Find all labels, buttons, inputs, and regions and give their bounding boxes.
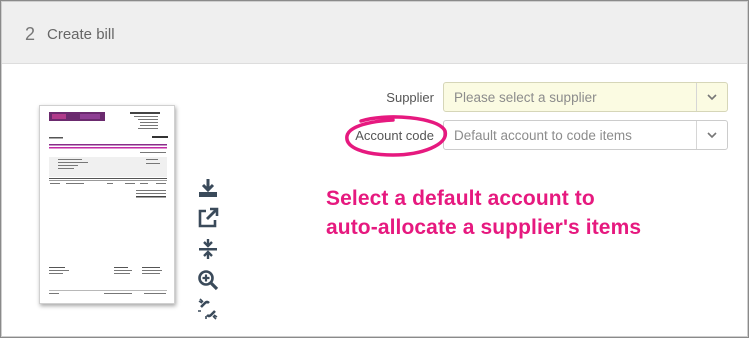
open-external-icon[interactable] [197, 207, 219, 229]
step-header: 2 Create bill [2, 2, 747, 64]
invoice-document-image [49, 112, 168, 294]
annotation-callout: Select a default account to auto-allocat… [326, 184, 641, 242]
supplier-select[interactable]: Please select a supplier [443, 82, 728, 112]
chevron-down-icon[interactable] [706, 91, 718, 103]
fit-height-icon[interactable] [197, 238, 219, 260]
create-bill-panel: 2 Create bill Supplier Please select a s… [0, 0, 749, 338]
download-icon[interactable] [197, 177, 219, 199]
account-code-placeholder: Default account to code items [454, 128, 632, 143]
zoom-in-icon[interactable] [197, 269, 219, 291]
account-code-select[interactable]: Default account to code items [443, 120, 728, 150]
account-code-select-divider [696, 121, 697, 149]
chevron-down-icon[interactable] [706, 129, 718, 141]
invoice-preview-thumbnail[interactable] [39, 105, 175, 304]
unlink-icon[interactable] [197, 298, 219, 320]
callout-line-1: Select a default account to [326, 187, 595, 210]
supplier-label: Supplier [386, 90, 434, 105]
annotation-circle [345, 115, 447, 157]
callout-line-2: auto-allocate a supplier's items [326, 216, 642, 239]
step-number: 2 [25, 24, 36, 44]
step-title: Create bill [47, 26, 115, 43]
supplier-placeholder: Please select a supplier [454, 90, 597, 105]
supplier-select-divider [696, 83, 697, 111]
